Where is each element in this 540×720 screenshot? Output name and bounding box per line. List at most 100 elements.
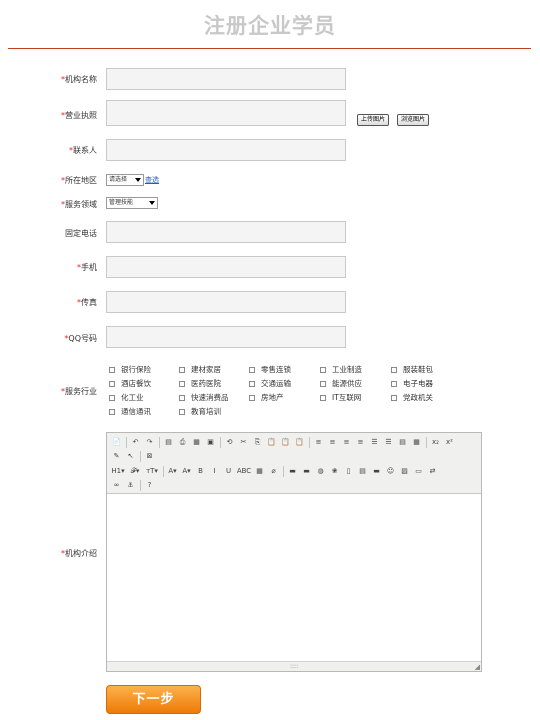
editor-tool-icon[interactable]: ✂ [238,437,249,448]
upload-image-button[interactable]: 上传图片 [357,114,390,126]
checkbox-box[interactable] [249,380,255,387]
service-field-select[interactable]: 管理技能 [106,197,158,209]
editor-tool-icon[interactable]: ? [144,480,155,491]
browse-image-button[interactable]: 浏览图片 [397,114,430,126]
checkbox-box[interactable] [249,394,255,401]
editor-tool-icon[interactable]: ≡ [355,437,366,448]
editor-tool-icon[interactable]: x² [444,437,455,448]
editor-tool-icon[interactable]: ⊠ [144,451,155,462]
editor-tool-icon[interactable]: ◍ [315,466,326,477]
checkbox-box[interactable] [109,394,115,401]
checkbox-box[interactable] [109,380,115,387]
industry-checkbox[interactable]: 建材家居 [179,364,221,375]
editor-tool-icon[interactable]: ▤ [357,466,368,477]
editor-tool-icon[interactable]: ✎ [111,451,122,462]
industry-checkbox[interactable]: 服装鞋包 [391,364,433,375]
industry-checkbox[interactable]: 房地产 [249,392,284,403]
editor-tool-icon[interactable]: ☰ [369,437,380,448]
editor-tool-icon[interactable]: ≡ [313,437,324,448]
checkbox-box[interactable] [391,394,397,401]
editor-tool-icon[interactable]: ⇄ [427,466,438,477]
industry-checkbox[interactable]: 化工业 [109,392,144,403]
editor-tool-icon[interactable]: I [209,466,220,477]
editor-tool-icon[interactable]: ▤ [397,437,408,448]
industry-checkbox[interactable]: 零售连锁 [249,364,291,375]
editor-tool-icon[interactable]: ↖ [125,451,136,462]
editor-tool-icon[interactable]: ⎙ [177,437,188,448]
checkbox-box[interactable] [391,380,397,387]
editor-tool-icon[interactable]: ∞ [111,480,122,491]
mobile-input[interactable] [106,256,346,278]
editor-tool-icon[interactable]: ≡ [327,437,338,448]
editor-tool-icon[interactable]: 📋 [266,437,277,448]
resize-grip-icon[interactable]: :::: [290,663,298,670]
editor-tool-icon[interactable]: ☺ [385,466,396,477]
industry-checkbox[interactable]: 电子电器 [391,378,433,389]
corner-resize-icon[interactable]: ◢ [475,663,480,671]
checkbox-box[interactable] [109,366,115,373]
qq-input[interactable] [106,326,346,348]
editor-tool-icon[interactable]: 📋 [280,437,291,448]
checkbox-box[interactable] [320,394,326,401]
editor-tool-icon[interactable]: A▾ [167,466,178,477]
industry-checkbox[interactable]: 快速消费品 [179,392,229,403]
industry-checkbox[interactable]: 酒店餐饮 [109,378,151,389]
fax-input[interactable] [106,291,346,313]
editor-tool-icon[interactable]: ⎘ [252,437,263,448]
editor-tool-icon[interactable]: ⌀ [268,466,279,477]
checkbox-box[interactable] [320,366,326,373]
industry-checkbox[interactable]: 能源供应 [320,378,362,389]
editor-tool-icon[interactable]: ▣ [205,437,216,448]
editor-tool-icon[interactable]: ABC [237,466,251,477]
editor-tool-icon[interactable]: x₂ [430,437,441,448]
industry-checkbox[interactable]: 银行保险 [109,364,151,375]
editor-tool-icon[interactable]: ≡ [341,437,352,448]
editor-tool-icon[interactable]: 𝓕▾ [128,466,142,477]
editor-tool-icon[interactable]: 📋 [294,437,305,448]
checkbox-box[interactable] [179,380,185,387]
checkbox-box[interactable] [391,366,397,373]
license-input[interactable] [106,100,346,126]
checkbox-box[interactable] [109,408,115,415]
editor-tool-icon[interactable]: 📄 [111,437,122,448]
org-name-input[interactable] [106,68,346,90]
industry-checkbox[interactable]: 交通运输 [249,378,291,389]
checkbox-box[interactable] [179,366,185,373]
editor-tool-icon[interactable]: ↷ [144,437,155,448]
phone-input[interactable] [106,221,346,243]
editor-tool-icon[interactable]: B [195,466,206,477]
editor-tool-icon[interactable]: U [223,466,234,477]
editor-tool-icon[interactable]: ❀ [329,466,340,477]
checkbox-box[interactable] [249,366,255,373]
industry-checkbox[interactable]: 工业制造 [320,364,362,375]
industry-checkbox[interactable]: IT互联网 [320,392,361,403]
contact-input[interactable] [106,139,346,161]
checkbox-box[interactable] [320,380,326,387]
editor-tool-icon[interactable]: ▦ [191,437,202,448]
editor-tool-icon[interactable]: ⚓ [125,480,136,491]
editor-content-area[interactable] [107,495,481,661]
editor-tool-icon[interactable]: ▤ [163,437,174,448]
editor-tool-icon[interactable]: тT▾ [145,466,159,477]
industry-checkbox[interactable]: 通信通讯 [109,406,151,417]
region-select[interactable]: 请选择 [106,174,144,186]
checkbox-box[interactable] [179,408,185,415]
editor-tool-icon[interactable]: ▬ [371,466,382,477]
editor-tool-icon[interactable]: ▭ [413,466,424,477]
editor-tool-icon[interactable]: ▯ [343,466,354,477]
editor-tool-icon[interactable]: ▦ [254,466,265,477]
editor-tool-icon[interactable]: ▨ [399,466,410,477]
editor-tool-icon[interactable]: ▬ [287,466,298,477]
region-link[interactable]: 查选 [145,175,159,185]
next-step-button[interactable]: 下一步 [106,685,201,714]
checkbox-box[interactable] [179,394,185,401]
editor-tool-icon[interactable]: ▦ [411,437,422,448]
editor-tool-icon[interactable]: ↶ [130,437,141,448]
editor-tool-icon[interactable]: ▬ [301,466,312,477]
industry-checkbox[interactable]: 教育培训 [179,406,221,417]
editor-tool-icon[interactable]: ⟲ [224,437,235,448]
industry-checkbox[interactable]: 医药医院 [179,378,221,389]
editor-tool-icon[interactable]: A▾ [181,466,192,477]
editor-tool-icon[interactable]: ☰ [383,437,394,448]
editor-tool-icon[interactable]: H1▾ [111,466,125,477]
